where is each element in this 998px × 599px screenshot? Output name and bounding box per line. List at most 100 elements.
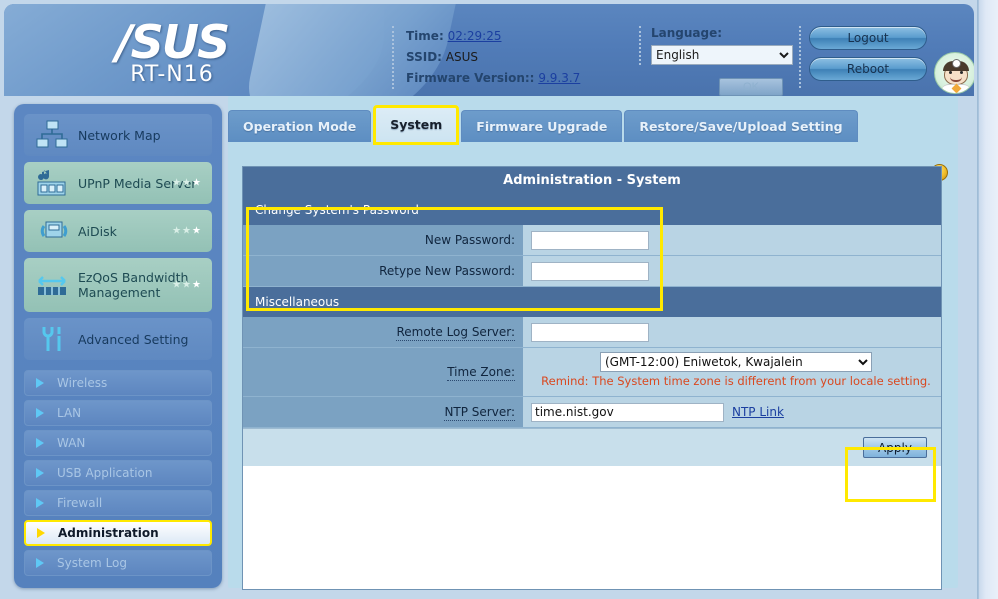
feature-stars: ★★★ — [172, 178, 202, 189]
network-map-icon — [36, 120, 68, 150]
sidebar-item-label: AiDisk — [78, 224, 117, 239]
retype-password-input[interactable] — [531, 262, 649, 281]
sidebar-item-label: Advanced Setting — [78, 332, 188, 347]
firmware-version-value[interactable]: 9.9.3.7 — [538, 71, 580, 85]
feature-stars: ★★★ — [172, 278, 202, 293]
retype-password-label: Retype New Password: — [243, 264, 523, 278]
firmware-label: Firmware Version:: — [406, 71, 534, 85]
time-zone-select[interactable]: (GMT-12:00) Eniwetok, Kwajalein — [600, 352, 872, 372]
sidebar-item-wireless[interactable]: Wireless — [24, 370, 212, 396]
asus-wordmark: /SUS — [42, 20, 302, 64]
apply-row: Apply — [243, 428, 941, 466]
language-ok-button[interactable]: OK — [719, 78, 783, 96]
page-right-edge — [978, 0, 998, 599]
settings-panel: Administration - System Change System's … — [242, 166, 942, 590]
remote-log-server-row: Remote Log Server: — [243, 317, 941, 348]
ssid-row: SSID: ASUS — [406, 47, 622, 68]
apply-button[interactable]: Apply — [863, 437, 927, 458]
sidebar-item-administration[interactable]: Administration — [24, 520, 212, 546]
language-block: Language: English OK — [639, 26, 794, 65]
tools-icon — [36, 324, 68, 354]
password-section-heading: Change System's Password — [243, 195, 941, 225]
sidebar-item-label: Wireless — [57, 376, 107, 390]
sidebar-item-network-map[interactable]: Network Map — [24, 114, 212, 156]
chevron-right-icon — [36, 408, 44, 418]
sidebar-item-label: LAN — [57, 406, 81, 420]
avatar-eye-left — [949, 71, 952, 74]
page-header: /SUS RT-N16 Time: 02:29:25 SSID: ASUS Fi… — [4, 4, 974, 96]
aidisk-icon — [36, 216, 68, 246]
router-model-label: RT-N16 — [42, 62, 302, 87]
time-label: Time: — [406, 29, 444, 43]
firmware-row: Firmware Version:: 9.9.3.7 — [406, 68, 622, 89]
tab-bar: Operation Mode System Firmware Upgrade R… — [228, 104, 860, 142]
sidebar-item-usb-application[interactable]: USB Application — [24, 460, 212, 486]
language-select[interactable]: English — [651, 45, 793, 65]
sidebar-item-label: USB Application — [57, 466, 153, 480]
ezqos-icon — [36, 270, 68, 300]
sidebar-item-label: Firewall — [57, 496, 102, 510]
ntp-server-input[interactable] — [531, 403, 724, 422]
new-password-field-cell — [523, 225, 941, 255]
time-row: Time: 02:29:25 — [406, 26, 622, 47]
chevron-right-icon — [36, 558, 44, 568]
sidebar: Network Map UPnP Media Server ★★★ — [14, 104, 222, 588]
ntp-server-label: NTP Server: — [243, 405, 523, 419]
sidebar-item-label: System Log — [57, 556, 127, 570]
tab-system[interactable]: System — [373, 105, 459, 145]
tab-restore-save-upload-setting[interactable]: Restore/Save/Upload Setting — [624, 110, 857, 142]
chevron-right-icon — [36, 378, 44, 388]
reboot-button[interactable]: Reboot — [809, 57, 927, 81]
time-zone-label: Time Zone: — [243, 365, 523, 379]
feature-stars: ★★★ — [172, 226, 202, 237]
misc-section-heading: Miscellaneous — [243, 287, 941, 317]
ssid-label: SSID: — [406, 50, 442, 64]
sidebar-item-label: Network Map — [78, 128, 161, 143]
remote-log-server-field-cell — [523, 317, 941, 347]
tab-operation-mode[interactable]: Operation Mode — [228, 110, 371, 142]
sidebar-sub-nav: Wireless LAN WAN USB Application Firewal… — [24, 370, 212, 576]
router-admin-page: /SUS RT-N16 Time: 02:29:25 SSID: ASUS Fi… — [0, 0, 998, 599]
language-label: Language: — [651, 26, 794, 40]
time-zone-row: Time Zone: (GMT-12:00) Eniwetok, Kwajale… — [243, 348, 941, 397]
sidebar-item-firewall[interactable]: Firewall — [24, 490, 212, 516]
ntp-server-field-cell: NTP Link — [523, 397, 941, 427]
sidebar-item-label: Administration — [58, 526, 159, 540]
time-zone-reminder-text: Remind: The System time zone is differen… — [541, 372, 931, 392]
chevron-right-icon — [36, 498, 44, 508]
retype-password-field-cell — [523, 256, 941, 286]
sidebar-item-wan[interactable]: WAN — [24, 430, 212, 456]
chevron-right-icon — [36, 468, 44, 478]
header-buttons: Logout Reboot — [799, 26, 919, 88]
support-doctor-avatar-icon[interactable] — [934, 52, 974, 94]
sidebar-main-nav: Network Map UPnP Media Server ★★★ — [24, 114, 212, 360]
time-value[interactable]: 02:29:25 — [448, 29, 502, 43]
ssid-value: ASUS — [446, 50, 478, 64]
chevron-right-icon — [37, 528, 45, 538]
page-title: Administration - System — [243, 167, 941, 195]
logout-button[interactable]: Logout — [809, 26, 927, 50]
avatar-head-mirror — [952, 59, 961, 68]
brand-logo: /SUS RT-N16 — [42, 20, 302, 87]
tab-firmware-upgrade[interactable]: Firmware Upgrade — [461, 110, 622, 142]
sidebar-item-advanced-setting[interactable]: Advanced Setting — [24, 318, 212, 360]
time-zone-field-cell: (GMT-12:00) Eniwetok, Kwajalein Remind: … — [523, 348, 941, 396]
media-server-icon — [36, 168, 68, 198]
sidebar-item-ezqos-bandwidth-management[interactable]: EzQoS Bandwidth Management ★★★ — [24, 258, 212, 312]
sidebar-item-aidisk[interactable]: AiDisk ★★★ — [24, 210, 212, 252]
chevron-right-icon — [36, 438, 44, 448]
sidebar-item-upnp-media-server[interactable]: UPnP Media Server ★★★ — [24, 162, 212, 204]
retype-password-row: Retype New Password: — [243, 256, 941, 287]
remote-log-server-label: Remote Log Server: — [243, 325, 523, 339]
remote-log-server-input[interactable] — [531, 323, 649, 342]
ntp-link[interactable]: NTP Link — [732, 405, 784, 419]
new-password-label: New Password: — [243, 233, 523, 247]
sidebar-item-lan[interactable]: LAN — [24, 400, 212, 426]
content-area: Operation Mode System Firmware Upgrade R… — [228, 96, 958, 588]
new-password-input[interactable] — [531, 231, 649, 250]
avatar-eye-right — [960, 71, 963, 74]
sidebar-item-system-log[interactable]: System Log — [24, 550, 212, 576]
new-password-row: New Password: — [243, 225, 941, 256]
ntp-server-row: NTP Server: NTP Link — [243, 397, 941, 428]
sidebar-item-label: WAN — [57, 436, 85, 450]
